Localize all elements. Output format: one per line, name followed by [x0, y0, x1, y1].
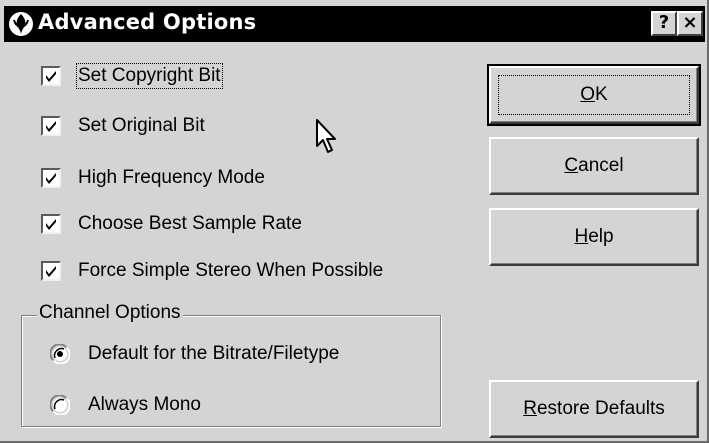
checkbox-box[interactable] [41, 66, 61, 86]
checkbox-label: Set Original Bit [78, 115, 205, 136]
app-icon [9, 12, 33, 36]
title-bar[interactable]: Advanced Options ? × [4, 6, 705, 42]
checkbox-box[interactable] [41, 261, 61, 281]
checkbox-label: Force Simple Stereo When Possible [78, 260, 384, 281]
check-icon [46, 121, 56, 132]
checkbox-label: High Frequency Mode [78, 167, 265, 188]
check-icon [46, 173, 56, 184]
checkbox-set-copyright-bit[interactable]: Set Copyright Bit [41, 62, 223, 90]
channel-options-group: Channel Options Default for the Bitrate/… [21, 302, 441, 427]
checkbox-force-simple-stereo[interactable]: Force Simple Stereo When Possible [41, 257, 383, 285]
check-icon [46, 266, 56, 277]
check-icon [46, 219, 56, 230]
cancel-button[interactable]: Cancel [489, 137, 699, 195]
group-title: Channel Options [37, 302, 183, 324]
advanced-options-dialog: Advanced Options ? × Set Copyright Bit S… [0, 0, 709, 443]
checkbox-label: Choose Best Sample Rate [78, 213, 302, 234]
restore-defaults-button[interactable]: Restore Defaults [489, 380, 699, 438]
help-title-button[interactable]: ? [651, 11, 677, 36]
radio-label: Always Mono [88, 394, 201, 415]
checkbox-high-frequency-mode[interactable]: High Frequency Mode [41, 164, 265, 192]
button-label: Cancel [564, 155, 624, 176]
mouse-pointer-icon [316, 119, 336, 153]
checkbox-box[interactable] [41, 168, 61, 188]
check-icon [46, 71, 56, 82]
ok-button[interactable]: OK [487, 64, 701, 126]
checkbox-box[interactable] [41, 214, 61, 234]
help-button[interactable]: Help [489, 208, 699, 266]
radio-always-mono[interactable]: Always Mono [50, 391, 201, 419]
focus-rect [498, 75, 690, 115]
radio-default-bitrate[interactable]: Default for the Bitrate/Filetype [50, 340, 339, 368]
checkbox-label: Set Copyright Bit [76, 63, 223, 89]
checkbox-choose-best-sample-rate[interactable]: Choose Best Sample Rate [41, 210, 302, 238]
radio-unselected-icon[interactable] [50, 395, 70, 415]
checkbox-box[interactable] [41, 116, 61, 136]
button-label: Restore Defaults [523, 398, 665, 419]
radio-label: Default for the Bitrate/Filetype [88, 343, 340, 364]
button-label: Help [574, 226, 614, 247]
close-button[interactable]: × [677, 11, 703, 36]
window-title: Advanced Options [38, 10, 257, 34]
checkbox-set-original-bit[interactable]: Set Original Bit [41, 112, 205, 140]
radio-selected-icon[interactable] [50, 344, 70, 364]
